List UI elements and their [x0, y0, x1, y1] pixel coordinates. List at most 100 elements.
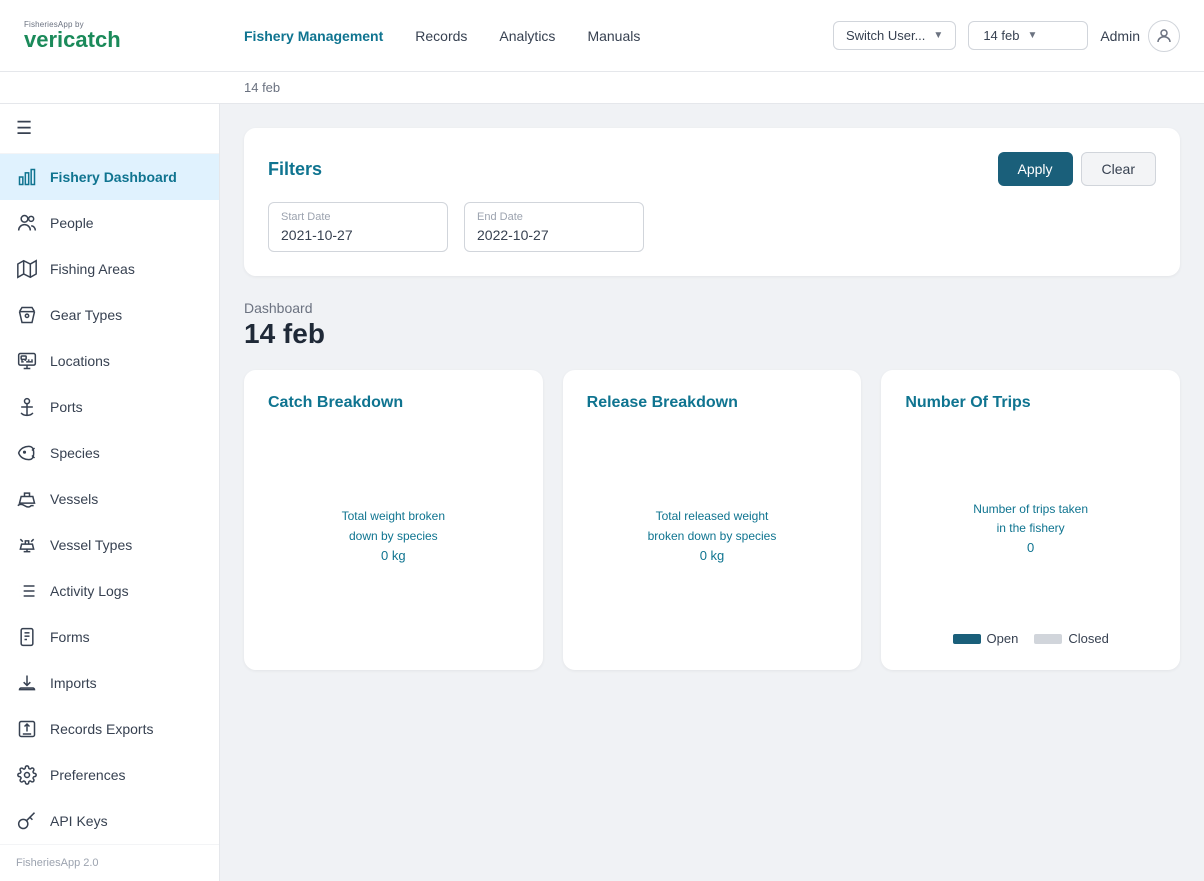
- date-selector-button[interactable]: 14 feb ▼: [968, 21, 1088, 50]
- dashboard-label: Dashboard: [244, 300, 1180, 316]
- export-icon: [16, 718, 38, 740]
- sidebar-toggle[interactable]: ☰: [0, 104, 219, 154]
- main-layout: ☰ Fishery Dashboard People Fishing Areas: [0, 104, 1204, 881]
- sidebar-item-activity-logs[interactable]: Activity Logs: [0, 568, 219, 614]
- release-breakdown-content: Total released weight broken down by spe…: [587, 428, 838, 646]
- sidebar-item-label: Species: [50, 445, 100, 461]
- open-legend-dot: [953, 634, 981, 644]
- number-of-trips-title: Number Of Trips: [905, 394, 1156, 412]
- vessel-type-icon: [16, 534, 38, 556]
- sidebar-item-label: Forms: [50, 629, 90, 645]
- release-breakdown-title: Release Breakdown: [587, 394, 838, 412]
- sidebar: ☰ Fishery Dashboard People Fishing Areas: [0, 104, 220, 881]
- start-date-label: Start Date: [281, 211, 435, 223]
- nav-analytics[interactable]: Analytics: [499, 28, 555, 44]
- sidebar-item-fishery-dashboard[interactable]: Fishery Dashboard: [0, 154, 219, 200]
- sidebar-item-label: Gear Types: [50, 307, 122, 323]
- dashboard-date: 14 feb: [244, 318, 1180, 350]
- sidebar-item-label: Locations: [50, 353, 110, 369]
- sidebar-item-label: Fishing Areas: [50, 261, 135, 277]
- catch-breakdown-content: Total weight broken down by species 0 kg: [268, 428, 519, 646]
- filters-inputs: Start Date End Date: [268, 202, 1156, 252]
- filters-card: Filters Apply Clear Start Date End Date: [244, 128, 1180, 276]
- end-date-input[interactable]: [477, 227, 631, 243]
- logo-main-text: vericatch: [24, 29, 121, 51]
- release-breakdown-stat: Total released weight broken down by spe…: [648, 507, 777, 566]
- vessel-icon: [16, 488, 38, 510]
- start-date-wrapper: Start Date: [268, 202, 448, 252]
- filters-actions: Apply Clear: [998, 152, 1157, 186]
- open-legend-label: Open: [987, 631, 1019, 646]
- number-of-trips-card: Number Of Trips Number of trips taken in…: [881, 370, 1180, 670]
- end-date-label: End Date: [477, 211, 631, 223]
- sidebar-item-gear-types[interactable]: Gear Types: [0, 292, 219, 338]
- sidebar-item-records-exports[interactable]: Records Exports: [0, 706, 219, 752]
- closed-legend-label: Closed: [1068, 631, 1108, 646]
- switch-user-button[interactable]: Switch User... ▼: [833, 21, 956, 50]
- catch-breakdown-card: Catch Breakdown Total weight broken down…: [244, 370, 543, 670]
- sidebar-item-people[interactable]: People: [0, 200, 219, 246]
- chart-icon: [16, 166, 38, 188]
- admin-area[interactable]: Admin: [1100, 20, 1180, 52]
- sidebar-item-label: Records Exports: [50, 721, 153, 737]
- sidebar-item-label: Ports: [50, 399, 83, 415]
- sidebar-item-imports[interactable]: Imports: [0, 660, 219, 706]
- sidebar-item-vessel-types[interactable]: Vessel Types: [0, 522, 219, 568]
- sidebar-item-label: Vessels: [50, 491, 98, 507]
- nav-fishery-management[interactable]: Fishery Management: [244, 28, 383, 44]
- people-icon: [16, 212, 38, 234]
- sidebar-item-label: Vessel Types: [50, 537, 132, 553]
- nav-links: Fishery Management Records Analytics Man…: [244, 28, 833, 44]
- sub-nav: 14 feb: [0, 72, 1204, 104]
- release-breakdown-value: 0 kg: [648, 546, 777, 567]
- logo-area: FisheriesApp by vericatch: [24, 21, 244, 51]
- cards-grid: Catch Breakdown Total weight broken down…: [244, 370, 1180, 670]
- closed-legend-dot: [1034, 634, 1062, 644]
- nav-right: Switch User... ▼ 14 feb ▼ Admin: [833, 20, 1180, 52]
- catch-breakdown-stat: Total weight broken down by species 0 kg: [342, 507, 445, 566]
- sidebar-item-species[interactable]: Species: [0, 430, 219, 476]
- sidebar-item-forms[interactable]: Forms: [0, 614, 219, 660]
- release-breakdown-card: Release Breakdown Total released weight …: [563, 370, 862, 670]
- end-date-wrapper: End Date: [464, 202, 644, 252]
- legend-open: Open: [953, 631, 1019, 646]
- location-icon: [16, 350, 38, 372]
- number-of-trips-content: Number of trips taken in the fishery 0 O…: [905, 428, 1156, 646]
- sidebar-item-label: People: [50, 215, 94, 231]
- list-icon: [16, 580, 38, 602]
- sidebar-item-api-keys[interactable]: API Keys: [0, 798, 219, 844]
- key-icon: [16, 810, 38, 832]
- top-nav: FisheriesApp by vericatch Fishery Manage…: [0, 0, 1204, 72]
- nav-records[interactable]: Records: [415, 28, 467, 44]
- sidebar-item-label: Imports: [50, 675, 97, 691]
- catch-breakdown-value: 0 kg: [342, 546, 445, 567]
- nav-manuals[interactable]: Manuals: [587, 28, 640, 44]
- filters-title: Filters: [268, 159, 322, 180]
- gear-icon: [16, 304, 38, 326]
- sidebar-item-fishing-areas[interactable]: Fishing Areas: [0, 246, 219, 292]
- fish-icon: [16, 442, 38, 464]
- start-date-group: Start Date: [281, 211, 435, 243]
- sidebar-item-vessels[interactable]: Vessels: [0, 476, 219, 522]
- start-date-input[interactable]: [281, 227, 435, 243]
- avatar: [1148, 20, 1180, 52]
- legend-closed: Closed: [1034, 631, 1108, 646]
- sidebar-item-locations[interactable]: Locations: [0, 338, 219, 384]
- clear-button[interactable]: Clear: [1081, 152, 1156, 186]
- chevron-down-icon: ▼: [933, 30, 943, 41]
- end-date-group: End Date: [477, 211, 631, 243]
- form-icon: [16, 626, 38, 648]
- sidebar-item-ports[interactable]: Ports: [0, 384, 219, 430]
- dashboard-header: Dashboard 14 feb: [244, 300, 1180, 350]
- sidebar-item-label: API Keys: [50, 813, 108, 829]
- apply-button[interactable]: Apply: [998, 152, 1073, 186]
- sidebar-item-label: Fishery Dashboard: [50, 169, 177, 185]
- number-of-trips-stat: Number of trips taken in the fishery 0: [973, 500, 1088, 559]
- settings-icon: [16, 764, 38, 786]
- sidebar-item-preferences[interactable]: Preferences: [0, 752, 219, 798]
- catch-breakdown-title: Catch Breakdown: [268, 394, 519, 412]
- filters-header: Filters Apply Clear: [268, 152, 1156, 186]
- app-version: FisheriesApp 2.0: [0, 844, 219, 881]
- anchor-icon: [16, 396, 38, 418]
- sidebar-item-label: Preferences: [50, 767, 125, 783]
